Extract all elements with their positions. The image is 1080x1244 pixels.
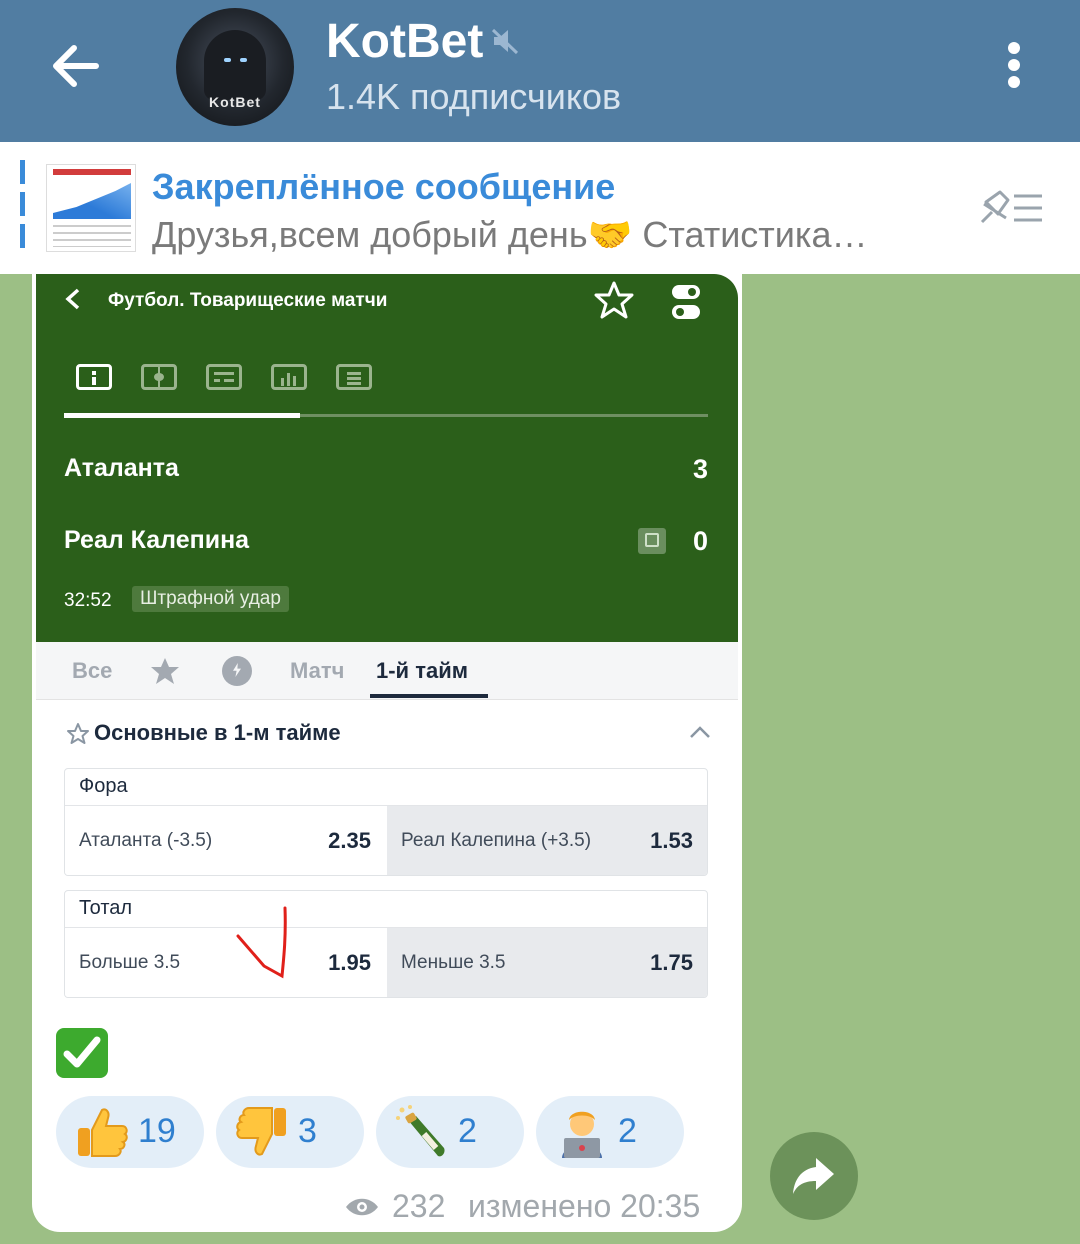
pinned-title: Закреплённое сообщение xyxy=(152,166,616,207)
match-time: 32:52 xyxy=(64,590,112,611)
team2-score: 0 xyxy=(692,526,708,556)
info-tab-icon xyxy=(76,364,112,390)
outcome-name: Больше 3.5 xyxy=(79,952,181,973)
avatar-logo-text: KotBet xyxy=(209,94,261,110)
tab-all: Все xyxy=(72,658,113,683)
pinned-message-bar[interactable]: Закреплённое сообщение Друзья,всем добры… xyxy=(0,142,1080,274)
tab-match: Матч xyxy=(290,658,345,683)
check-mark-emoji xyxy=(56,1028,108,1078)
pinned-indicator xyxy=(20,160,25,252)
reaction-count: 2 xyxy=(618,1112,637,1150)
odds-cell: Аталанта (-3.5) 2.35 xyxy=(65,805,387,875)
odds-cell: Реал Калепина (+3.5) 1.53 xyxy=(387,805,707,875)
field-tab-icon xyxy=(141,364,177,390)
channel-header: KotBet KotBet 1.4K подписчиков xyxy=(0,0,1080,142)
message-bubble[interactable]: Футбол. Товарищеские матчи Аталанта 3 Ре… xyxy=(32,274,742,1232)
outcome-name: Аталанта (-3.5) xyxy=(79,830,213,851)
thumbs-down-icon xyxy=(236,1107,286,1156)
reaction-thumbs-down[interactable]: 3 xyxy=(216,1096,364,1168)
odds-cell: Меньше 3.5 1.75 xyxy=(387,927,707,997)
edited-timestamp: изменено 20:35 xyxy=(468,1188,701,1224)
outcome-odd: 1.75 xyxy=(650,950,693,975)
team1-score: 3 xyxy=(692,454,708,484)
settings-toggle-icon xyxy=(672,285,700,319)
total-market: Тотал Больше 3.5 1.95 Меньше 3.5 1.75 xyxy=(64,890,708,998)
channel-avatar[interactable]: KotBet xyxy=(176,8,294,126)
champagne-bottle-icon xyxy=(396,1105,445,1157)
stats-tab-icon xyxy=(271,364,307,390)
view-count: 232 xyxy=(392,1188,446,1224)
subscriber-count: 1.4K подписчиков xyxy=(326,76,622,117)
match-event-badge: Штрафной удар xyxy=(132,586,289,612)
screenshot-back-icon xyxy=(65,288,80,310)
match-header: Футбол. Товарищеские матчи Аталанта 3 Ре… xyxy=(36,274,738,642)
betting-screenshot[interactable]: Футбол. Товарищеские матчи Аталанта 3 Ре… xyxy=(36,274,738,1014)
collapse-chevron-icon xyxy=(690,726,710,738)
pinned-preview-text: Друзья,всем добрый день🤝 Статистика… xyxy=(152,214,868,255)
reaction-count: 2 xyxy=(458,1112,477,1150)
free-kick-icon xyxy=(638,528,666,554)
pinned-thumbnail xyxy=(46,164,136,252)
share-arrow-icon xyxy=(793,1158,834,1194)
market-title: Тотал xyxy=(79,897,133,919)
channel-title[interactable]: KotBet xyxy=(326,14,483,69)
technologist-icon xyxy=(562,1111,602,1158)
outcome-odd: 1.53 xyxy=(650,828,693,853)
outcome-name: Меньше 3.5 xyxy=(401,952,506,973)
section-title: Основные в 1-м тайме xyxy=(94,720,341,745)
handicap-market: Фора Аталанта (-3.5) 2.35 Реал Калепина … xyxy=(64,768,708,876)
team2-name: Реал Калепина xyxy=(64,526,250,554)
favorites-tab-star-icon xyxy=(151,658,179,684)
share-button[interactable] xyxy=(770,1132,858,1220)
reaction-technologist[interactable]: 2 xyxy=(536,1096,684,1168)
e-tab-icon xyxy=(336,364,372,390)
favorite-star-icon xyxy=(594,281,634,319)
outcome-name: Реал Калепина (+3.5) xyxy=(401,830,592,851)
team1-name: Аталанта xyxy=(64,454,179,482)
hand-drawn-tick-mark xyxy=(236,906,287,979)
odds-cell: Больше 3.5 1.95 xyxy=(65,927,387,997)
thumbs-up-icon xyxy=(78,1108,128,1157)
back-arrow-icon[interactable] xyxy=(48,38,104,94)
scoreboard-tab-icon xyxy=(206,364,242,390)
pinned-list-icon[interactable] xyxy=(976,188,1046,228)
special-tab-icon xyxy=(222,656,252,686)
section-star-icon xyxy=(67,723,89,744)
outcome-odd: 1.95 xyxy=(328,950,371,975)
muted-speaker-icon xyxy=(491,28,519,55)
reaction-count: 19 xyxy=(138,1112,176,1150)
outcome-odd: 2.35 xyxy=(328,828,371,853)
first-half-tab-underline xyxy=(370,694,488,698)
reaction-count: 3 xyxy=(298,1112,317,1150)
bet-category-tabs: Все Матч 1-й тайм xyxy=(36,642,738,700)
more-options-icon[interactable] xyxy=(998,40,1030,90)
league-title: Футбол. Товарищеские матчи xyxy=(108,290,388,311)
market-title: Фора xyxy=(79,775,128,797)
reaction-thumbs-up[interactable]: 19 xyxy=(56,1096,204,1168)
active-tab-indicator xyxy=(64,413,300,418)
avatar-hood xyxy=(204,30,266,100)
reaction-champagne[interactable]: 2 xyxy=(376,1096,524,1168)
views-eye-icon xyxy=(346,1198,378,1216)
tab-first-half: 1-й тайм xyxy=(376,658,469,683)
